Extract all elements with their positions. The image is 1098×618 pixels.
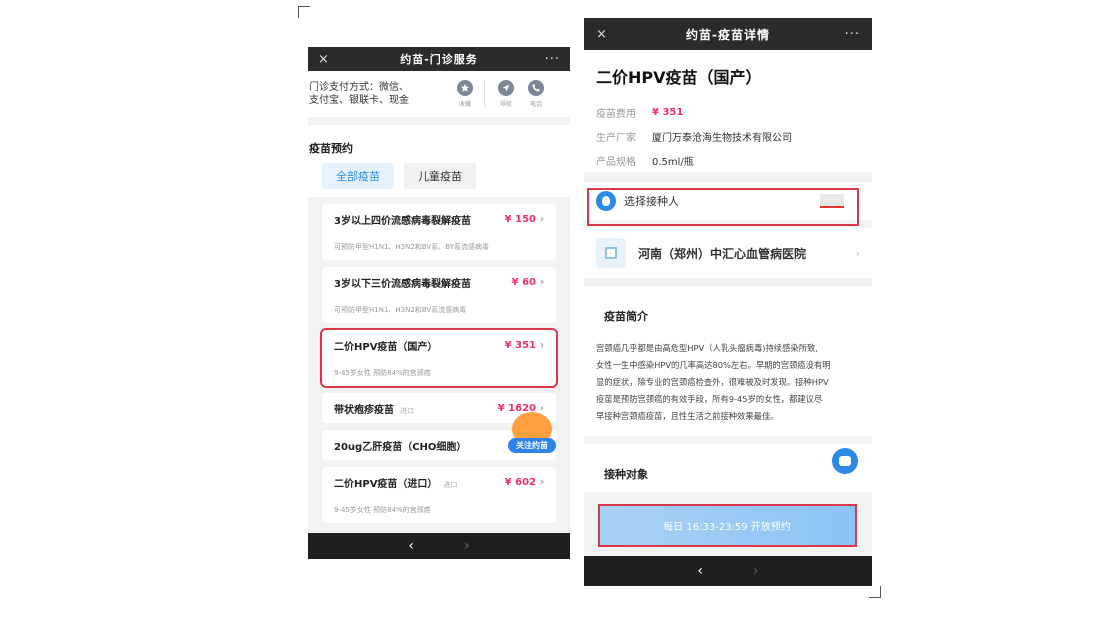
vaccine-desc: 9-45岁女性 预防84%的宫颈癌 — [334, 369, 431, 377]
payment-line-1: 门诊支付方式：微信、 — [309, 82, 409, 93]
close-icon[interactable]: × — [596, 27, 618, 42]
page-title: 约苗-门诊服务 — [400, 53, 478, 66]
close-icon[interactable]: × — [318, 52, 340, 67]
intro-line: 宫颈癌几乎都是由高危型HPV（人乳头瘤病毒)持续感染所致, — [596, 343, 818, 353]
crop-mark-bottom-right — [869, 586, 881, 598]
import-tag: 进口 — [400, 406, 414, 415]
more-icon[interactable]: ··· — [838, 27, 860, 42]
follow-float-button[interactable]: 关注约苗 — [508, 412, 556, 454]
vaccine-list: 3岁以上四价流感病毒裂解疫苗 ¥ 150 › 可预防甲型H1N1、H3N2和BV系… — [308, 204, 570, 523]
info-key: 生产厂家 — [596, 132, 636, 144]
vaccine-name: 3岁以上四价流感病毒裂解疫苗 — [334, 215, 471, 227]
tab-child-vaccines[interactable]: 儿童疫苗 — [404, 163, 476, 189]
chevron-right-icon: › — [540, 476, 544, 488]
vaccine-card[interactable]: 3岁以下三价流感病毒裂解疫苗 ¥ 60 › 可预防甲型H1N1、H3N2和BV系流… — [322, 267, 556, 323]
vaccine-card[interactable]: 3岁以上四价流感病毒裂解疫苗 ¥ 150 › 可预防甲型H1N1、H3N2和BV系… — [322, 204, 556, 260]
intro-line: 早接种宫颈癌疫苗，且性生活之前接种效果最佳。 — [596, 411, 779, 421]
forward-icon[interactable]: › — [753, 563, 759, 579]
info-key: 产品规格 — [596, 156, 636, 168]
back-icon[interactable]: ‹ — [408, 538, 414, 554]
chevron-right-icon: › — [540, 213, 544, 225]
divider — [484, 81, 485, 107]
highlight-box — [587, 188, 859, 226]
clinic-service-screen: × 约苗-门诊服务 ··· 门诊支付方式：微信、 支付宝、银联卡、现金 收藏 导… — [308, 47, 570, 559]
vaccine-intro: 疫苗简介 宫颈癌几乎都是由高危型HPV（人乳头瘤病毒)持续感染所致, 女性一生中… — [584, 286, 872, 436]
intro-line: 显的症状，除专业的宫颈癌检查外，很难被及时发现。接种HPV — [596, 377, 829, 387]
vaccine-card[interactable]: 二价HPV疫苗（进口） 进口 ¥ 602 › 9-45岁女性 预防84%的宫颈癌 — [322, 467, 556, 523]
booking-area: 每日 16:33-23:59 开放预约 — [584, 498, 872, 556]
top-bar: × 约苗-门诊服务 ··· — [308, 47, 570, 71]
chat-float-icon[interactable] — [832, 448, 858, 474]
vaccine-name: 3岁以下三价流感病毒裂解疫苗 — [334, 278, 471, 290]
vaccine-price: ¥ 602 — [504, 476, 536, 488]
highlight-box — [598, 504, 857, 547]
navigation-icon — [498, 80, 514, 96]
chevron-right-icon: › — [855, 246, 860, 260]
back-icon[interactable]: ‹ — [697, 563, 703, 579]
intro-line: 女性一生中感染HPV的几率高达80%左右。早期的宫颈癌没有明 — [596, 360, 831, 370]
vaccine-price: ¥ 351 — [504, 339, 536, 351]
vaccine-tabs: 全部疫苗 儿童疫苗 — [308, 163, 570, 197]
vaccine-name: 二价HPV疫苗（国产） — [334, 341, 438, 353]
favorite-label: 收藏 — [458, 101, 471, 108]
import-tag: 进口 — [443, 480, 458, 489]
info-value: 厦门万泰沧海生物技术有限公司 — [652, 132, 792, 144]
vaccine-price: ¥ 150 — [504, 213, 536, 225]
info-value: 0.5ml/瓶 — [652, 156, 694, 168]
navigation-button[interactable]: 导航 — [491, 80, 521, 108]
tab-all-vaccines[interactable]: 全部疫苗 — [322, 163, 394, 189]
vaccine-desc: 可预防甲型H1N1、H3N2和BV系、BY系流感病毒 — [334, 243, 489, 251]
bottom-nav-bar: ‹ › — [584, 556, 872, 586]
crop-mark-top-left — [298, 6, 310, 18]
forward-icon[interactable]: › — [464, 538, 470, 554]
favorite-button[interactable]: 收藏 — [450, 80, 480, 108]
target-section: 接种对象 — [584, 444, 872, 492]
more-icon[interactable]: ··· — [538, 52, 560, 67]
top-bar: × 约苗-疫苗详情 ··· — [584, 18, 872, 50]
vaccine-name: 二价HPV疫苗（进口） — [334, 478, 438, 490]
vaccine-price: ¥ 60 — [511, 276, 536, 288]
navigation-label: 导航 — [499, 101, 512, 108]
page-title: 约苗-疫苗详情 — [686, 27, 770, 42]
vaccine-desc: 9-45岁女性 预防84%的宫颈癌 — [334, 506, 431, 514]
hospital-row[interactable]: 河南（郑州）中汇心血管病医院 › — [584, 228, 872, 278]
hospital-name: 河南（郑州）中汇心血管病医院 — [638, 246, 807, 261]
info-key: 疫苗费用 — [596, 108, 636, 120]
intro-line: 疫苗是预防宫颈癌的有效手段，所有9-45岁的女性，都建议尽 — [596, 394, 823, 404]
star-icon — [457, 80, 473, 96]
vaccine-desc: 可预防甲型H1N1、H3N2和BV系流感病毒 — [334, 306, 467, 314]
vaccine-name: 20ug乙肝疫苗（CHO细胞） — [334, 441, 467, 453]
hospital-icon — [596, 238, 626, 268]
info-value: ¥ 351 — [652, 106, 684, 118]
select-recipient-row[interactable]: 选择接种人 › — [584, 182, 872, 226]
info-row-manufacturer: 生产厂家 厦门万泰沧海生物技术有限公司 — [596, 124, 860, 148]
info-row-spec: 产品规格 0.5ml/瓶 — [596, 148, 860, 172]
payment-methods: 门诊支付方式：微信、 支付宝、银联卡、现金 — [308, 81, 450, 107]
vaccine-info: 二价HPV疫苗（国产） 疫苗费用 ¥ 351 生产厂家 厦门万泰沧海生物技术有限… — [584, 50, 872, 172]
info-row-fee: 疫苗费用 ¥ 351 — [596, 100, 860, 124]
intro-title: 疫苗简介 — [604, 310, 648, 323]
follow-label: 关注约苗 — [508, 438, 556, 453]
clinic-header: 门诊支付方式：微信、 支付宝、银联卡、现金 收藏 导航 电话 — [308, 71, 570, 117]
bottom-nav-bar: ‹ › — [308, 533, 570, 559]
chevron-right-icon: › — [540, 276, 544, 288]
vaccine-name: 带状疱疹疫苗 — [334, 404, 394, 416]
vaccine-card-highlighted[interactable]: 二价HPV疫苗（国产） ¥ 351 › 9-45岁女性 预防84%的宫颈癌 — [320, 328, 558, 388]
header-actions: 收藏 导航 电话 — [450, 80, 551, 108]
vaccine-detail-screen: × 约苗-疫苗详情 ··· 二价HPV疫苗（国产） 疫苗费用 ¥ 351 生产厂… — [584, 18, 872, 586]
phone-label: 电话 — [529, 101, 542, 108]
payment-line-2: 支付宝、银联卡、现金 — [309, 95, 409, 106]
phone-icon — [528, 80, 544, 96]
vaccine-title: 二价HPV疫苗（国产） — [596, 68, 762, 87]
section-title: 疫苗预约 — [308, 125, 570, 163]
intro-text: 宫颈癌几乎都是由高危型HPV（人乳头瘤病毒)持续感染所致, 女性一生中感染HPV… — [596, 340, 860, 425]
chevron-right-icon: › — [540, 339, 544, 351]
phone-button[interactable]: 电话 — [521, 80, 551, 108]
